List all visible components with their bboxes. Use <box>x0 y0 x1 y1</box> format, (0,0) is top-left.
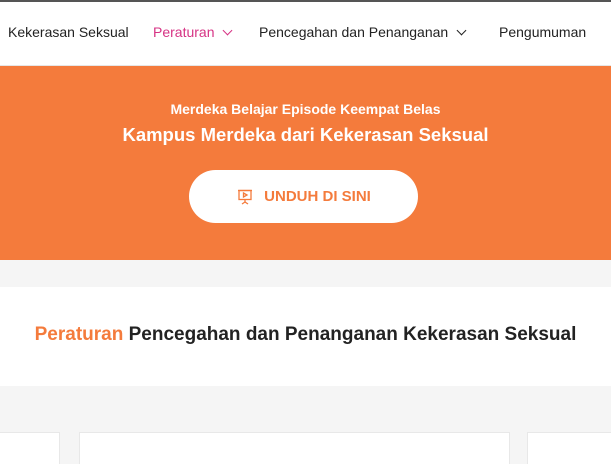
presentation-icon <box>236 188 254 206</box>
nav-item-kekerasan-seksual[interactable]: Kekerasan Seksual <box>8 22 129 42</box>
card-left[interactable] <box>0 432 60 464</box>
nav-item-label: Pengumuman <box>499 24 587 40</box>
card-center[interactable] <box>79 432 510 464</box>
nav-item-pencegahan-dan-penanganan[interactable]: Pencegahan dan Penanganan <box>259 22 467 42</box>
download-button[interactable]: UNDUH DI SINI <box>189 170 418 223</box>
chevron-down-icon <box>223 25 233 36</box>
hero-subtitle: Merdeka Belajar Episode Keempat Belas <box>170 101 441 117</box>
section-divider <box>0 260 611 287</box>
hero-banner: Merdeka Belajar Episode Keempat Belas Ka… <box>0 66 611 260</box>
nav-item-label: Peraturan <box>153 24 215 40</box>
nav-item-label: Pencegahan dan Penanganan <box>259 24 449 40</box>
card-right[interactable] <box>527 432 611 464</box>
nav-item-peraturan[interactable]: Peraturan <box>153 22 233 42</box>
download-button-label: UNDUH DI SINI <box>264 188 371 205</box>
hero-title: Kampus Merdeka dari Kekerasan Seksual <box>122 124 489 145</box>
section-title-highlight: Peraturan <box>34 324 124 345</box>
regulation-section: Peraturan Pencegahan dan Penanganan Keke… <box>0 287 611 386</box>
nav-item-label: Kekerasan Seksual <box>8 24 129 40</box>
section-title: Peraturan Pencegahan dan Penanganan Keke… <box>0 324 611 346</box>
cards-area <box>0 386 611 464</box>
nav-item-pengumuman[interactable]: Pengumuman <box>499 22 586 42</box>
chevron-down-icon <box>456 25 467 36</box>
section-title-rest: Pencegahan dan Penanganan Kekerasan Seks… <box>123 324 577 345</box>
top-navigation: Kekerasan Seksual Peraturan Pencegahan d… <box>0 0 611 66</box>
